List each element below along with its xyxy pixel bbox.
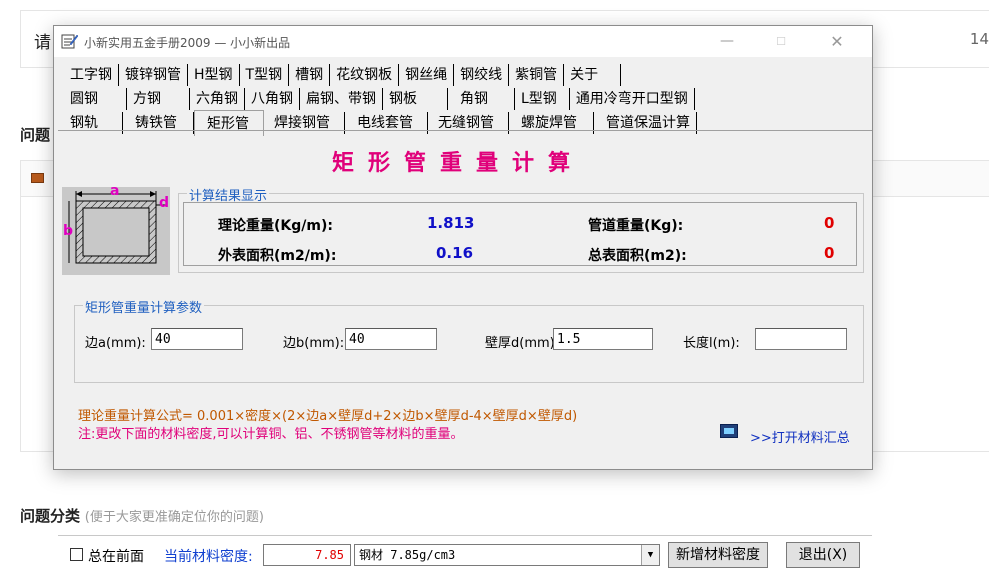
density-input[interactable]: 7.85 xyxy=(263,544,351,566)
tab-row-2: 圆钢 方钢 六角钢 八角钢 扁钢、带钢 钢板 角钢 L型钢 通用冷弯开口型钢 xyxy=(64,84,695,110)
always-on-top-checkbox[interactable] xyxy=(70,548,83,561)
note-text: 注:更改下面的材料密度,可以计算铜、铝、不锈钢管等材料的重量。 xyxy=(78,427,464,442)
length-label: 长度l(m): xyxy=(683,336,740,351)
app-icon xyxy=(61,34,78,49)
outer-area-value: 0.16 xyxy=(436,244,474,262)
tab-cold-formed[interactable]: 通用冷弯开口型钢 xyxy=(570,88,695,110)
category-title: 问题分类 xyxy=(20,507,81,525)
add-density-button[interactable]: 新增材料密度 xyxy=(668,542,768,568)
thickness-label: 壁厚d(mm) xyxy=(485,336,555,351)
char-count: 14 xyxy=(969,30,989,48)
tab-h-beam[interactable]: H型钢 xyxy=(188,64,240,86)
question-prompt: 请 xyxy=(34,33,51,53)
tab-square-bar[interactable]: 方钢 xyxy=(127,88,190,110)
calc-title: 矩形管重量计算 xyxy=(332,150,585,176)
image-icon[interactable] xyxy=(31,173,44,183)
tab-flat-bar[interactable]: 扁钢、带钢 xyxy=(300,88,383,110)
bottom-bar: 总在前面 当前材料密度: 7.85 钢材 7.85g/cm3 ▼ 新增材料密度 … xyxy=(58,535,872,575)
rect-tube-diagram: a b d xyxy=(62,187,170,275)
maximize-button[interactable]: ☐ xyxy=(758,26,804,57)
exit-button[interactable]: 退出(X) xyxy=(786,542,860,568)
theory-weight-value: 1.813 xyxy=(427,214,475,232)
formula-text: 理论重量计算公式= 0.001×密度×(2×边a×壁厚d+2×边b×壁厚d-4×… xyxy=(78,409,578,424)
side-b-label: 边b(mm): xyxy=(283,336,345,351)
close-button[interactable]: ✕ xyxy=(814,26,860,57)
total-area-value: 0 xyxy=(824,244,835,262)
tab-duxinguan[interactable]: 镀锌钢管 xyxy=(119,64,188,86)
side-b-input[interactable] xyxy=(345,328,437,350)
tab-round-bar[interactable]: 圆钢 xyxy=(64,88,127,110)
thickness-input[interactable] xyxy=(553,328,653,350)
params-legend: 矩形管重量计算参数 xyxy=(83,297,205,316)
side-a-label: 边a(mm): xyxy=(85,336,146,351)
rect-tube-panel: 矩形管重量计算 a b d 计算结果显示 理论重量(Kg/m): 1.813 管… xyxy=(58,130,872,568)
params-group: 矩形管重量计算参数 边a(mm): 边b(mm): 壁厚d(mm) 长度l(m)… xyxy=(74,297,864,383)
app-window: 小新实用五金手册2009 — 小小新出品 — ☐ ✕ 工字钢 镀锌钢管 H型钢 … xyxy=(53,25,873,568)
tab-copper-tube[interactable]: 紫铜管 xyxy=(509,64,565,86)
diagram-label-d: d xyxy=(159,195,169,211)
pipe-weight-label: 管道重量(Kg): xyxy=(588,218,684,234)
total-area-label: 总表面积(m2): xyxy=(588,248,687,264)
open-summary-link[interactable]: >>打开材料汇总 xyxy=(750,427,850,446)
tab-t-beam[interactable]: T型钢 xyxy=(240,64,290,86)
tab-row-1: 工字钢 镀锌钢管 H型钢 T型钢 槽钢 花纹钢板 钢丝绳 钢绞线 紫铜管 关于 xyxy=(64,60,622,86)
results-box: 理论重量(Kg/m): 1.813 管道重量(Kg): 0 外表面积(m2/m)… xyxy=(183,202,857,266)
material-select-value: 钢材 7.85g/cm3 xyxy=(359,548,456,562)
tab-channel[interactable]: 槽钢 xyxy=(289,64,331,86)
tab-wire-rope[interactable]: 钢丝绳 xyxy=(399,64,455,86)
calculator-icon[interactable] xyxy=(720,424,738,438)
tab-l-steel[interactable]: L型钢 xyxy=(515,88,570,110)
material-select[interactable]: 钢材 7.85g/cm3 ▼ xyxy=(354,544,660,566)
minimize-button[interactable]: — xyxy=(704,26,750,57)
diagram-label-a: a xyxy=(110,187,119,199)
tab-gongzigang[interactable]: 工字钢 xyxy=(64,64,119,86)
tab-plate[interactable]: 钢板 xyxy=(383,88,448,110)
theory-weight-label: 理论重量(Kg/m): xyxy=(218,218,333,234)
diagram-label-b: b xyxy=(63,223,73,239)
tab-about[interactable]: 关于 xyxy=(564,64,622,86)
tab-strip: 工字钢 镀锌钢管 H型钢 T型钢 槽钢 花纹钢板 钢丝绳 钢绞线 紫铜管 关于 … xyxy=(58,60,872,137)
category-hint: (便于大家更准确定位你的问题) xyxy=(84,510,264,525)
always-on-top-label[interactable]: 总在前面 xyxy=(88,546,144,566)
title-bar[interactable]: 小新实用五金手册2009 — 小小新出品 — ☐ ✕ xyxy=(54,26,872,57)
dropdown-arrow-icon[interactable]: ▼ xyxy=(641,545,659,565)
results-group: 计算结果显示 理论重量(Kg/m): 1.813 管道重量(Kg): 0 外表面… xyxy=(178,185,864,273)
density-label: 当前材料密度: xyxy=(164,549,253,565)
pipe-weight-value: 0 xyxy=(824,214,835,232)
window-title: 小新实用五金手册2009 — 小小新出品 xyxy=(84,36,291,50)
tab-checker-plate[interactable]: 花纹钢板 xyxy=(330,64,400,86)
tab-strand[interactable]: 钢绞线 xyxy=(454,64,510,86)
tab-angle[interactable]: 角钢 xyxy=(448,88,515,110)
tab-oct-bar[interactable]: 八角钢 xyxy=(245,88,300,110)
outer-area-label: 外表面积(m2/m): xyxy=(218,248,337,264)
side-a-input[interactable] xyxy=(151,328,243,350)
length-input[interactable] xyxy=(755,328,847,350)
tab-hex-bar[interactable]: 六角钢 xyxy=(190,88,245,110)
question-heading: 问题 xyxy=(20,126,51,144)
